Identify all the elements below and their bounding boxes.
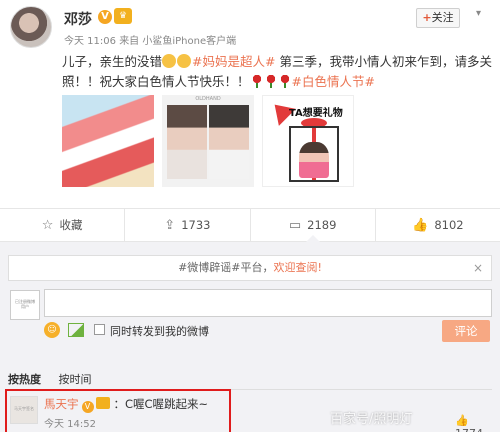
verified-badge-icon: V <box>98 10 112 24</box>
post-text-part-1: 儿子，亲生的没错 <box>62 54 163 69</box>
repost-checkbox-label[interactable]: 同时转发到我的微博 <box>110 323 209 339</box>
rumor-notice: #微博辟谣#平台，欢迎查阅! × <box>8 255 492 281</box>
post-time[interactable]: 今天 11:06 <box>64 36 116 47</box>
thumbs-up-icon: 👍 <box>455 414 469 427</box>
watermark: 百家号/照明灯 <box>330 412 413 427</box>
comment-count: 2189 <box>307 218 337 232</box>
rose-emoji-icon <box>279 75 290 88</box>
star-icon: ☆ <box>41 217 54 233</box>
image-upload-icon[interactable] <box>68 323 84 337</box>
photo-frame <box>209 105 249 179</box>
comment-input[interactable] <box>44 289 492 317</box>
hashtag-supermom[interactable]: #妈妈是超人# <box>192 54 275 69</box>
comment-like-button[interactable]: 👍 1774 <box>455 414 500 432</box>
emoji-picker-icon[interactable]: ☺ <box>44 322 60 338</box>
laugh-emoji-icon <box>162 54 177 68</box>
author-name[interactable]: 邓莎 <box>64 9 92 29</box>
post-text: 儿子，亲生的没错 #妈妈是超人# 第三季，我带小情人初来乍到，请多关照！！祝大家白… <box>62 52 492 92</box>
rose-emoji-icon <box>251 75 262 88</box>
favorite-label: 收藏 <box>59 218 83 232</box>
repost-checkbox[interactable] <box>94 324 105 335</box>
post-image-2[interactable]: OLDHAND <box>162 95 254 187</box>
image-handwriting: TA想要礼物 <box>289 108 343 119</box>
highlight-box <box>5 389 231 432</box>
repost-count: 1733 <box>181 218 211 232</box>
comment-button[interactable]: ▭ 2189 <box>251 209 376 242</box>
tab-sort-time[interactable]: 按时间 <box>59 373 92 386</box>
my-avatar: 已注册微博用户 <box>10 290 40 320</box>
rose-emoji-icon <box>265 75 276 88</box>
follow-label: 关注 <box>431 11 454 24</box>
submit-comment-button[interactable]: 评论 <box>442 320 490 342</box>
source-prefix: 来自 <box>119 36 140 47</box>
favorite-button[interactable]: ☆ 收藏 <box>0 209 126 241</box>
image-caption: OLDHAND <box>195 96 221 102</box>
tab-sort-hot[interactable]: 按热度 <box>8 373 41 386</box>
vip-crown-icon: ♛ <box>114 8 132 24</box>
notice-text: #微博辟谣#平台， <box>178 261 274 274</box>
repost-button[interactable]: ⇪ 1733 <box>125 209 251 241</box>
comment-like-count: 1774 <box>455 427 483 432</box>
comment-sort-tabs: 按热度 按时间 <box>8 371 106 387</box>
plus-icon: + <box>422 11 432 24</box>
chevron-down-icon[interactable]: ▾ <box>476 8 481 19</box>
my-avatar-text: 已注册微博用户 <box>15 299 35 309</box>
laugh-emoji-icon <box>177 54 192 68</box>
like-button[interactable]: 👍 8102 <box>376 209 500 241</box>
post-meta: 今天 11:06 来自 小鲨鱼iPhone客户端 <box>64 32 236 47</box>
repost-icon: ⇪ <box>164 217 176 233</box>
follow-button[interactable]: +关注 <box>416 8 460 28</box>
post-image-1[interactable] <box>62 95 154 187</box>
child-figure <box>299 142 329 178</box>
thumbs-up-icon: 👍 <box>412 217 429 233</box>
action-bar: ☆ 收藏 ⇪ 1733 ▭ 2189 👍 8102 <box>0 208 500 242</box>
hashtag-white-valentine[interactable]: #白色情人节# <box>292 74 375 89</box>
notice-link[interactable]: 欢迎查阅! <box>274 261 322 274</box>
post-source[interactable]: 小鲨鱼iPhone客户端 <box>142 36 236 47</box>
photo-frame <box>167 105 207 179</box>
post-image-3[interactable]: TA想要礼物 <box>262 95 354 187</box>
like-count: 8102 <box>434 218 464 232</box>
author-avatar[interactable] <box>10 6 52 48</box>
close-icon[interactable]: × <box>473 256 483 280</box>
comment-icon: ▭ <box>288 217 302 233</box>
